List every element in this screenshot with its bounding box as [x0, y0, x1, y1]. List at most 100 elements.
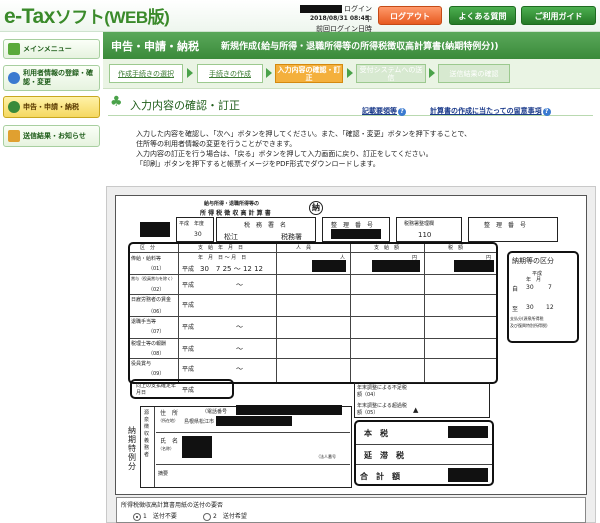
step-arrow-icon — [266, 68, 272, 78]
table-line — [156, 432, 350, 433]
arrow-right-icon — [8, 101, 20, 113]
last-login-value: 2018/08/31 08:45 — [310, 15, 369, 22]
year-end-excess: 年末調整による超過税額（05） — [357, 403, 407, 416]
row-era: 平成 — [182, 266, 195, 273]
name-sub: （名称） — [158, 446, 174, 451]
row-code: （01） — [148, 266, 165, 272]
etax-logo[interactable]: e-Taxソフト(WEB版) — [4, 3, 170, 29]
notes-link[interactable]: 計算書の作成に当たっての留意事項? — [430, 106, 551, 116]
nav-declaration[interactable]: 申告・申請・納税 — [3, 96, 100, 118]
row-code: （07） — [148, 329, 165, 335]
payer-side-label: 源泉徴収義務者 — [144, 410, 150, 458]
guidelines-link[interactable]: 記載要領等? — [362, 106, 406, 116]
table-line — [130, 252, 496, 253]
logout-button[interactable]: ログアウト — [378, 6, 442, 25]
step-label: 作成手続きの選択 — [118, 69, 174, 78]
instruction-line: 「印刷」ボタンを押下すると帳票イメージをPDF形式でダウンロードします。 — [136, 160, 380, 168]
delivery-title: 所得税徴収高計算書用紙の送付の要否 — [121, 502, 224, 509]
name-label: 氏 名 — [160, 438, 179, 445]
row-label: 賞与（役員賞与を除く） — [131, 276, 175, 281]
row-code: （08） — [148, 351, 165, 357]
nav-label: メインメニュー — [23, 44, 72, 53]
clover-icon: ♣ — [110, 94, 123, 110]
tax-office-label: 税 務 署 名 — [244, 222, 287, 229]
option-label: 2 送付希望 — [213, 513, 247, 520]
step-create[interactable]: 手続きの作成 — [197, 64, 263, 83]
nav-label: 送信結果・お知らせ — [23, 131, 86, 140]
side-nav: メインメニュー 利用者情報の登録・確認・変更 申告・申請・納税 送信結果・お知ら… — [0, 32, 103, 523]
gokei-label: 合 計 額 — [360, 472, 400, 481]
guide-button[interactable]: ご利用ガイド — [521, 6, 596, 25]
row-era: 平成 — [182, 324, 195, 331]
nendo-value: 30 — [194, 231, 202, 238]
delivery-option-box: 所得税徴収高計算書用紙の送付の要否 1 送付不要 2 送付希望 — [116, 497, 586, 523]
redacted-box — [216, 416, 292, 426]
seiri-number-label: 整 理 番 号 — [484, 222, 527, 229]
summary-label: 摘要 — [158, 471, 169, 477]
triangle-mark: ▲ — [413, 406, 419, 414]
faq-button[interactable]: よくある質問 — [449, 6, 516, 25]
redacted-box — [140, 222, 170, 237]
table-line — [130, 358, 496, 359]
row-label: 俸給・給料等 — [131, 256, 162, 262]
tax-office-suffix: 税務署 — [281, 233, 302, 241]
redacted-box — [182, 436, 212, 458]
table-line — [156, 464, 350, 465]
table-line — [130, 274, 496, 275]
address-sub: （所在地） — [158, 418, 178, 423]
col-period: 支 給 年 月 日 — [198, 245, 244, 251]
step-label: 受付システムへの送信 — [359, 65, 423, 82]
period-from-year: 30 — [526, 284, 534, 291]
page-heading: 入力内容の確認・訂正 — [130, 97, 240, 113]
col-amount: 支 給 額 — [374, 245, 400, 251]
seal-icon: 納 — [309, 201, 323, 215]
logo-sub: ソフト(WEB版) — [54, 8, 170, 27]
col-kubun: 区 分 — [140, 245, 156, 251]
date-header: 年 月 日 ～ 月 日 — [198, 255, 247, 261]
section-title: 申告・申請・納税 — [111, 40, 199, 53]
logo-main: e-Tax — [4, 5, 55, 28]
instruction-line: 入力内容の訂正を行う場合は、「戻る」ボタンを押して入力画面に戻り、訂正をしてくだ… — [136, 150, 433, 158]
address-label: 住 所 — [160, 410, 179, 417]
delivery-option-2[interactable]: 2 送付希望 — [203, 511, 247, 521]
notes-link-text: 計算書の作成に当たっての留意事項 — [430, 107, 542, 115]
table-line — [130, 294, 496, 295]
period-to-month: 12 — [546, 304, 554, 311]
help-icon[interactable]: ? — [398, 108, 406, 116]
procedure-title: 新規作成(給与所得・退職所得等の所得税徴収高計算書(納期特例分)) — [221, 42, 499, 52]
col-tax: 税 額 — [448, 245, 464, 251]
row-label: 税理士等の報酬 — [131, 341, 167, 347]
row-code: （06） — [148, 309, 165, 315]
nav-label: 利用者情報の登録・確認・変更 — [23, 69, 93, 86]
form-title-line2: 所 得 税 徴 収 高 計 算 書 — [200, 210, 271, 217]
corp-note: （法人番号 — [316, 454, 336, 459]
user-icon — [8, 72, 20, 84]
year-end-short: 年末調整による不足税額（04） — [357, 385, 407, 398]
nav-results[interactable]: 送信結果・お知らせ — [3, 125, 100, 147]
row-dates: 30 7 25 ～ 12 12 — [200, 265, 263, 273]
home-icon — [8, 43, 20, 55]
row-era: 平成 — [182, 346, 195, 353]
redacted-box — [372, 260, 420, 272]
nav-user-info[interactable]: 利用者情報の登録・確認・変更 — [3, 65, 100, 91]
address-value: 島根県松江市 — [184, 419, 215, 425]
kanji-side-label: 納期特例分 — [128, 426, 136, 471]
step-confirm: 入力内容の確認・訂正 — [275, 64, 343, 83]
radio-icon[interactable] — [203, 512, 211, 521]
table-line — [276, 244, 277, 382]
row-label: 役員賞与 — [131, 361, 152, 367]
nav-label: 申告・申請・納税 — [23, 102, 79, 111]
step-select[interactable]: 作成手続きの選択 — [109, 64, 183, 83]
honzei-label: 本 税 — [364, 429, 388, 438]
delivery-option-1[interactable]: 1 送付不要 — [133, 511, 177, 521]
help-icon[interactable]: ? — [542, 108, 551, 116]
instruction-line: 住所等の利用者情報の変更を行うことができます。 — [136, 140, 297, 148]
step-label: 入力内容の確認・訂正 — [277, 65, 341, 82]
step-indicator: 作成手続きの選択 手続きの作成 入力内容の確認・訂正 受付システムへの送信 送信… — [103, 59, 600, 89]
form-title-line1: 給与所得・退職所得等の — [204, 201, 260, 207]
row-label: 同上の支払確定年月日 — [136, 383, 177, 396]
nav-main-menu[interactable]: メインメニュー — [3, 39, 100, 59]
redacted-box — [454, 260, 494, 272]
table-line — [424, 244, 425, 382]
radio-icon[interactable] — [133, 512, 141, 521]
